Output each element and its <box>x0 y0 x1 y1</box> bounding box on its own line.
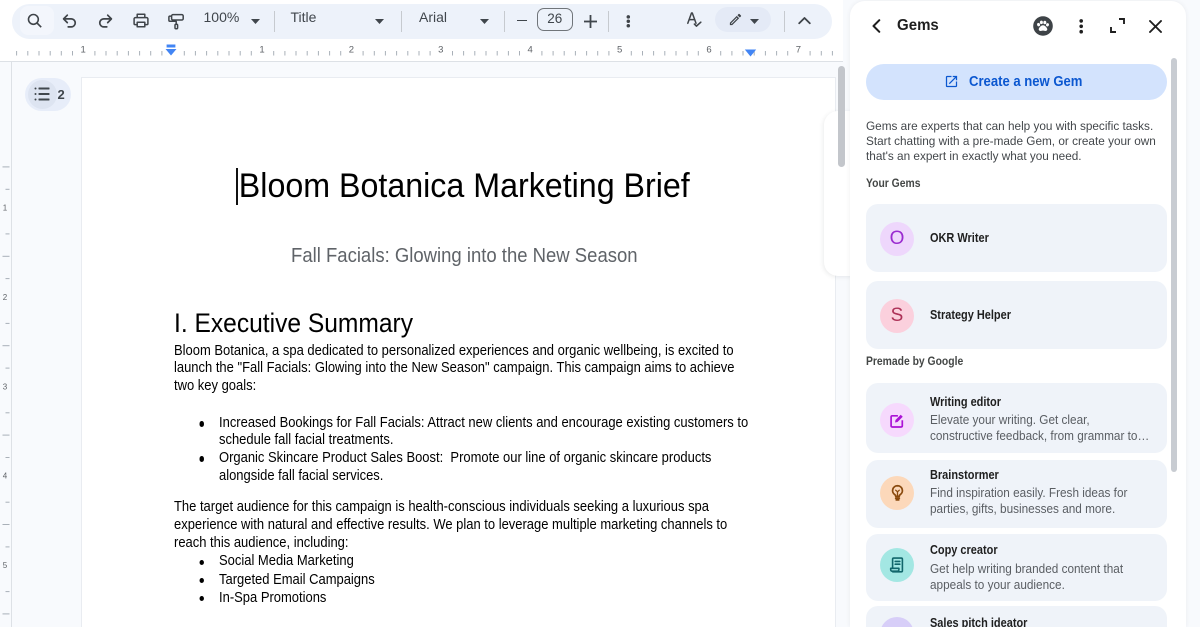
svg-text:1: 1 <box>3 204 8 213</box>
svg-text:4: 4 <box>528 45 533 56</box>
svg-text:6: 6 <box>706 45 711 56</box>
svg-text:2: 2 <box>349 45 354 56</box>
svg-text:3: 3 <box>3 382 8 391</box>
svg-text:5: 5 <box>3 561 8 570</box>
svg-text:1: 1 <box>259 45 264 56</box>
svg-text:4: 4 <box>3 472 8 481</box>
svg-text:5: 5 <box>617 45 622 56</box>
svg-text:3: 3 <box>438 45 443 56</box>
svg-text:1: 1 <box>81 45 86 56</box>
svg-text:2: 2 <box>3 293 8 302</box>
svg-text:7: 7 <box>796 45 801 56</box>
